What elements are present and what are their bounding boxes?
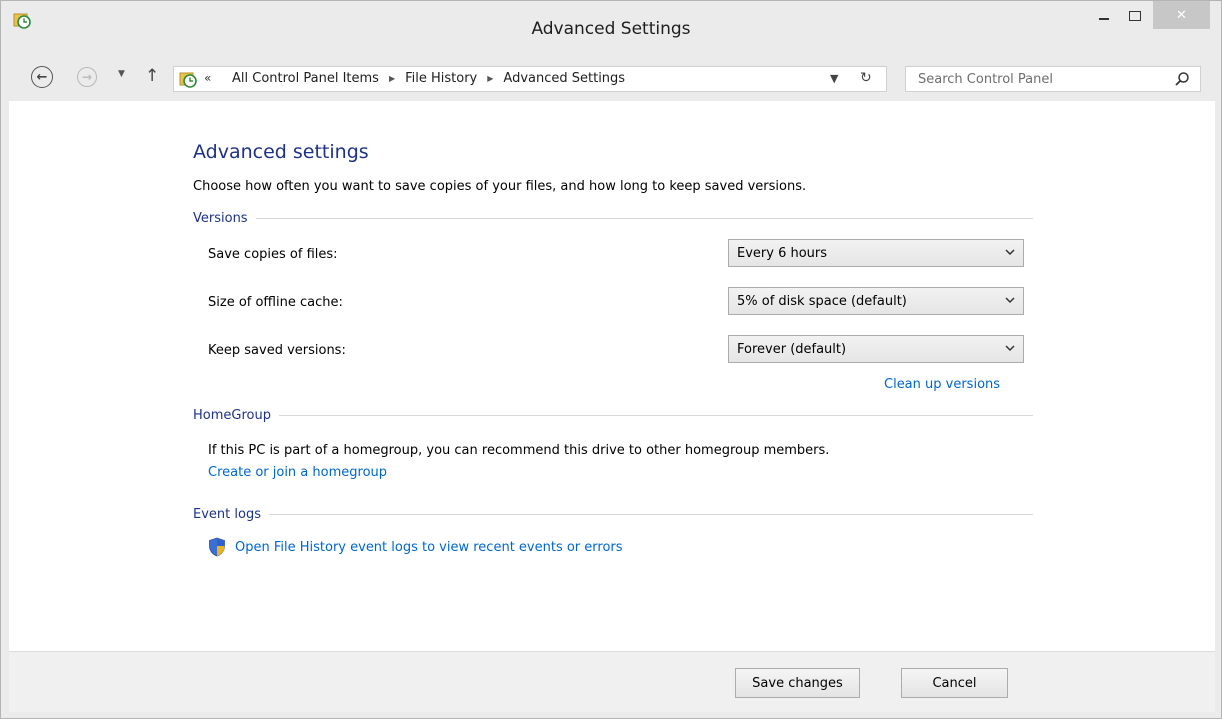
navigation-bar: ← → ▼ ↑ « All Control Panel Items ▶ File…	[1, 57, 1221, 101]
close-button[interactable]: ✕	[1153, 1, 1210, 29]
maximize-button[interactable]	[1121, 1, 1149, 30]
chevron-down-icon	[1005, 345, 1015, 352]
search-box[interactable]: Search Control Panel	[905, 66, 1201, 92]
save-copies-value: Every 6 hours	[737, 245, 828, 261]
footer-bar: Save changes Cancel	[9, 651, 1215, 712]
homegroup-description: If this PC is part of a homegroup, you c…	[208, 443, 830, 458]
event-logs-group-label: Event logs	[193, 507, 261, 522]
file-history-icon	[179, 72, 197, 88]
close-icon: ✕	[1176, 7, 1187, 23]
title-bar: Advanced Settings ✕	[1, 1, 1221, 57]
divider	[278, 415, 1033, 416]
homegroup-group-label: HomeGroup	[193, 408, 271, 423]
shield-icon	[209, 537, 225, 557]
chevron-down-icon	[1005, 297, 1015, 304]
cancel-button[interactable]: Cancel	[901, 668, 1008, 698]
address-bar[interactable]: « All Control Panel Items ▶ File History…	[173, 66, 887, 92]
recent-locations-button[interactable]: ▼	[118, 69, 125, 79]
save-copies-dropdown[interactable]: Every 6 hours	[728, 239, 1024, 267]
breadcrumb-item-file-history[interactable]: File History	[405, 71, 477, 86]
search-input[interactable]: Search Control Panel	[918, 72, 1053, 87]
address-overflow-icon[interactable]: «	[204, 71, 211, 85]
breadcrumb-separator-icon[interactable]: ▶	[487, 74, 493, 83]
window-title: Advanced Settings	[531, 19, 691, 39]
up-arrow-icon: ↑	[145, 66, 160, 86]
homegroup-group-title: HomeGroup	[193, 408, 1033, 423]
offline-cache-label: Size of offline cache:	[208, 295, 343, 310]
minimize-button[interactable]	[1091, 1, 1117, 30]
file-history-window: Advanced Settings ✕ ← → ▼ ↑ « All Contro…	[0, 0, 1222, 719]
open-event-logs-link[interactable]: Open File History event logs to view rec…	[235, 540, 623, 555]
main-content: Advanced settings Choose how often you w…	[9, 101, 1215, 651]
forward-arrow-icon: →	[81, 70, 93, 84]
divider	[255, 218, 1033, 219]
refresh-icon[interactable]: ↻	[860, 70, 872, 86]
divider	[268, 514, 1033, 515]
keep-versions-value: Forever (default)	[737, 341, 847, 357]
clean-up-versions-link[interactable]: Clean up versions	[884, 377, 1000, 392]
offline-cache-value: 5% of disk space (default)	[737, 293, 907, 309]
save-changes-button[interactable]: Save changes	[735, 668, 860, 698]
offline-cache-dropdown[interactable]: 5% of disk space (default)	[728, 287, 1024, 315]
up-button[interactable]: ↑	[145, 66, 159, 86]
breadcrumb-item-advanced-settings[interactable]: Advanced Settings	[503, 71, 625, 86]
forward-button[interactable]: →	[77, 67, 97, 87]
back-button[interactable]: ←	[31, 66, 53, 88]
create-homegroup-link[interactable]: Create or join a homegroup	[208, 465, 387, 480]
versions-group-title: Versions	[193, 211, 1033, 226]
search-icon[interactable]	[1174, 71, 1190, 87]
keep-versions-dropdown[interactable]: Forever (default)	[728, 335, 1024, 363]
chevron-down-icon: ▼	[118, 69, 125, 79]
save-copies-label: Save copies of files:	[208, 247, 338, 262]
maximize-icon	[1129, 10, 1141, 21]
breadcrumb: All Control Panel Items ▶ File History ▶…	[232, 71, 625, 86]
address-dropdown-icon[interactable]: ▼	[830, 72, 838, 85]
chevron-down-icon	[1005, 249, 1015, 256]
keep-versions-label: Keep saved versions:	[208, 343, 346, 358]
page-description: Choose how often you want to save copies…	[193, 179, 807, 194]
page-title: Advanced settings	[193, 141, 369, 163]
breadcrumb-item-control-panel[interactable]: All Control Panel Items	[232, 71, 379, 86]
breadcrumb-separator-icon[interactable]: ▶	[389, 74, 395, 83]
versions-group-label: Versions	[193, 211, 248, 226]
event-logs-group-title: Event logs	[193, 507, 1033, 522]
back-arrow-icon: ←	[36, 69, 48, 85]
minimize-icon	[1099, 17, 1109, 20]
